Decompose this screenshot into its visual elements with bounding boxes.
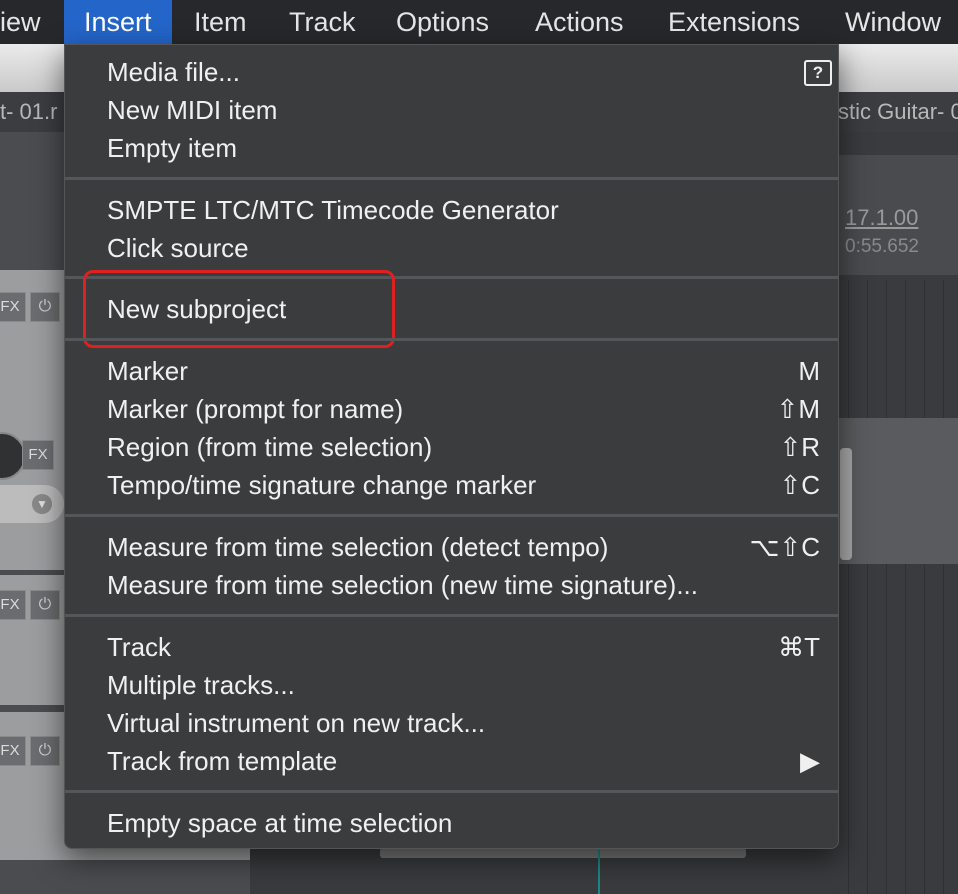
submenu-arrow-icon: ▶ xyxy=(800,746,820,776)
track-fx-button[interactable]: FX xyxy=(22,440,54,470)
menu-item-region[interactable]: Region (from time selection) ⇧R xyxy=(107,428,820,466)
menu-item-label: Marker xyxy=(107,356,188,386)
project-tab-left[interactable]: t- 01.r xyxy=(0,92,64,132)
menu-item-measure-new-time-sig[interactable]: Measure from time selection (new time si… xyxy=(107,566,820,604)
menu-separator xyxy=(65,177,838,180)
menu-extensions[interactable]: Extensions xyxy=(668,0,800,44)
menu-item-label: Empty item xyxy=(107,133,238,163)
menu-track[interactable]: Track xyxy=(289,0,356,44)
power-icon[interactable]: ⏻ xyxy=(30,590,60,620)
menu-item-label: Media file... xyxy=(107,57,240,87)
time-selection xyxy=(838,418,958,564)
menu-window[interactable]: Window xyxy=(845,0,941,44)
menu-item-label: Empty space at time selection xyxy=(107,808,453,838)
menu-item-track[interactable]: Track ⌘T xyxy=(107,628,820,666)
menu-item-shortcut: ⌥⇧C xyxy=(749,532,820,562)
menu-actions[interactable]: Actions xyxy=(535,0,624,44)
menu-item-label: Measure from time selection (new time si… xyxy=(107,570,698,600)
menu-item-label: Tempo/time signature change marker xyxy=(107,470,537,500)
menu-item-smpte-generator[interactable]: SMPTE LTC/MTC Timecode Generator xyxy=(107,191,820,229)
menu-item-shortcut: ⇧M xyxy=(776,394,820,424)
play-cursor xyxy=(598,850,600,894)
menu-item-label: Track xyxy=(107,632,172,662)
menu-item-label: Multiple tracks... xyxy=(107,670,295,700)
insert-menu: ? Media file... New MIDI item Empty item… xyxy=(64,44,839,849)
chevron-down-icon[interactable]: ▼ xyxy=(32,494,52,514)
menu-view[interactable]: iew xyxy=(0,0,41,44)
ruler-time: 0:55.652 xyxy=(845,236,919,257)
highlight-annotation xyxy=(83,270,395,348)
track-fx-button[interactable]: FX xyxy=(0,736,26,766)
menu-item-new-midi-item[interactable]: New MIDI item xyxy=(107,91,820,129)
menu-item-label: New MIDI item xyxy=(107,95,278,125)
menu-item-label: Region (from time selection) xyxy=(107,432,433,462)
track-fx-button[interactable]: FX xyxy=(0,590,26,620)
menu-item-label: Track from template xyxy=(107,746,338,776)
menu-bar: iew Insert Item Track Options Actions Ex… xyxy=(0,0,958,44)
menu-item-label: SMPTE LTC/MTC Timecode Generator xyxy=(107,195,559,225)
menu-insert[interactable]: Insert xyxy=(64,0,172,44)
menu-item-virtual-instrument[interactable]: Virtual instrument on new track... xyxy=(107,704,820,742)
scrollbar-thumb[interactable] xyxy=(840,448,852,560)
menu-item-click-source[interactable]: Click source xyxy=(107,229,820,267)
menu-item-marker-prompt[interactable]: Marker (prompt for name) ⇧M xyxy=(107,390,820,428)
horizontal-scrollbar[interactable] xyxy=(380,848,746,858)
menu-item-multiple-tracks[interactable]: Multiple tracks... xyxy=(107,666,820,704)
menu-item-empty-space[interactable]: Empty space at time selection xyxy=(107,804,820,842)
menu-separator xyxy=(65,338,838,341)
menu-item-label: Marker (prompt for name) xyxy=(107,394,404,424)
menu-item-marker[interactable]: Marker M xyxy=(107,352,820,390)
menu-item-shortcut: ⇧C xyxy=(779,470,820,500)
ruler-measure: 17.1.00 xyxy=(845,205,919,230)
menu-item-shortcut: M xyxy=(798,356,820,386)
menu-separator xyxy=(65,614,838,617)
project-tab-right[interactable]: stic Guitar- 0 xyxy=(838,92,958,132)
menu-item-measure-detect-tempo[interactable]: Measure from time selection (detect temp… xyxy=(107,528,820,566)
power-icon[interactable]: ⏻ xyxy=(30,292,60,322)
grid-lines xyxy=(830,280,958,894)
track-fx-button[interactable]: FX xyxy=(0,292,26,322)
menu-options[interactable]: Options xyxy=(396,0,489,44)
menu-item-media-file[interactable]: Media file... xyxy=(107,53,820,91)
menu-separator xyxy=(65,514,838,517)
menu-item[interactable]: Item xyxy=(194,0,247,44)
menu-item-label: Click source xyxy=(107,233,249,263)
menu-item-track-from-template[interactable]: Track from template ▶ xyxy=(107,742,820,780)
menu-item-label: Virtual instrument on new track... xyxy=(107,708,486,738)
menu-item-label: Measure from time selection (detect temp… xyxy=(107,532,609,562)
menu-item-tempo-marker[interactable]: Tempo/time signature change marker ⇧C xyxy=(107,466,820,504)
menu-item-empty-item[interactable]: Empty item xyxy=(107,129,820,167)
menu-item-shortcut: ⌘T xyxy=(778,632,820,662)
power-icon[interactable]: ⏻ xyxy=(30,736,60,766)
menu-separator xyxy=(65,790,838,793)
menu-item-shortcut: ⇧R xyxy=(779,432,820,462)
